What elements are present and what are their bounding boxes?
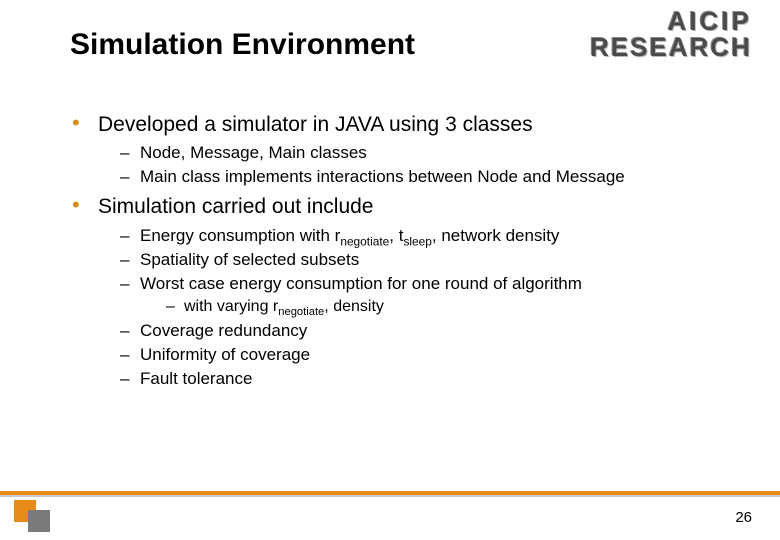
bullet-text: Uniformity of coverage <box>140 345 310 364</box>
list-item: Worst case energy consumption for one ro… <box>120 273 740 318</box>
list-item: Main class implements interactions betwe… <box>120 166 740 188</box>
bullet-text: Fault tolerance <box>140 369 252 388</box>
content-area: Developed a simulator in JAVA using 3 cl… <box>70 112 740 396</box>
list-level-2: Node, Message, Main classes Main class im… <box>98 142 740 188</box>
bullet-text: Simulation carried out include <box>98 195 373 218</box>
text-fragment: , network density <box>432 226 560 245</box>
list-item: with varying rnegotiate, density <box>166 297 740 318</box>
list-item: Spatiality of selected subsets <box>120 249 740 271</box>
page-number: 26 <box>735 509 752 526</box>
subscript-text: sleep <box>403 234 431 248</box>
bullet-list: Developed a simulator in JAVA using 3 cl… <box>70 112 740 390</box>
list-item: Fault tolerance <box>120 368 740 390</box>
ut-logo-gray <box>28 510 50 532</box>
list-item: Coverage redundancy <box>120 320 740 342</box>
list-level-2: Energy consumption with rnegotiate, tsle… <box>98 225 740 390</box>
logo-line2: RESEARCH <box>590 34 752 60</box>
slide-title: Simulation Environment <box>70 28 415 62</box>
list-item: Simulation carried out include Energy con… <box>70 194 740 390</box>
text-fragment: with varying r <box>184 298 278 315</box>
list-level-3: with varying rnegotiate, density <box>140 297 740 318</box>
ut-logo <box>14 500 56 534</box>
slide: { "logo": { "line1": "AICIP", "line2": "… <box>0 0 780 540</box>
aicip-logo: AICIP RESEARCH <box>590 8 752 60</box>
bullet-text: Spatiality of selected subsets <box>140 250 359 269</box>
subscript-text: negotiate <box>278 306 324 318</box>
list-item: Energy consumption with rnegotiate, tsle… <box>120 225 740 247</box>
text-fragment: , density <box>324 298 384 315</box>
footer-divider <box>0 491 780 498</box>
text-fragment: Energy consumption with r <box>140 226 340 245</box>
bullet-text: Coverage redundancy <box>140 321 307 340</box>
subscript-text: negotiate <box>340 234 389 248</box>
text-fragment: , t <box>389 226 403 245</box>
list-item: Uniformity of coverage <box>120 344 740 366</box>
footer-gray-bar <box>0 495 780 497</box>
bullet-text: Node, Message, Main classes <box>140 143 367 162</box>
logo-line1: AICIP <box>590 8 752 34</box>
bullet-text: Main class implements interactions betwe… <box>140 167 625 186</box>
bullet-text: Worst case energy consumption for one ro… <box>140 274 582 293</box>
bullet-text: Developed a simulator in JAVA using 3 cl… <box>98 113 533 136</box>
list-item: Developed a simulator in JAVA using 3 cl… <box>70 112 740 188</box>
list-item: Node, Message, Main classes <box>120 142 740 164</box>
